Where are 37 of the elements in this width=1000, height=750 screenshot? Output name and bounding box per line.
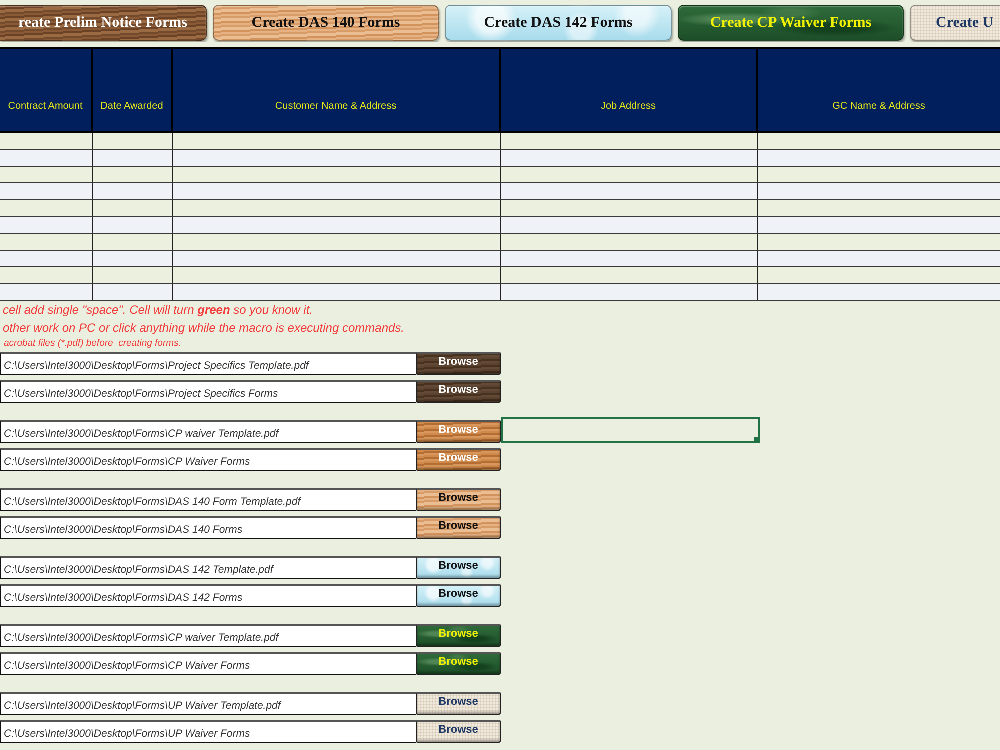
form-button[interactable]: Create DAS 140 Forms	[213, 5, 439, 41]
warning-note: other work on PC or click anything while the macro is executing commands.	[3, 320, 406, 337]
browse-button[interactable]: Browse	[416, 584, 501, 607]
path-field[interactable]: C:\Users\Intel3000\Desktop\Forms\UP Waiver Forms	[0, 720, 416, 743]
path-field[interactable]: C:\Users\Intel3000\Desktop\Forms\Project Specifics Template.pdf	[0, 352, 416, 375]
path-field[interactable]: C:\Users\Intel3000\Desktop\Forms\DAS 142 Template.pdf	[0, 556, 416, 579]
form-button[interactable]: reate Prelim Notice Forms	[0, 5, 207, 41]
fill-handle-icon[interactable]	[754, 436, 760, 443]
browse-button[interactable]: Browse	[416, 488, 501, 511]
column-header: Contract Amount	[0, 49, 93, 131]
path-field[interactable]: C:\Users\Intel3000\Desktop\Forms\UP Waiver Template.pdf	[0, 692, 416, 715]
browse-button[interactable]: Browse	[416, 624, 501, 647]
path-field[interactable]: C:\Users\Intel3000\Desktop\Forms\DAS 142 Forms	[0, 584, 416, 607]
form-button[interactable]: Create U	[910, 5, 1000, 41]
warning-note: acrobat files (*.pdf) before creating forms.	[3, 336, 182, 350]
selected-cell[interactable]	[501, 416, 760, 443]
path-field[interactable]: C:\Users\Intel3000\Desktop\Forms\CP Waiver Forms	[0, 652, 416, 675]
column-header: Date Awarded	[93, 49, 173, 131]
path-field[interactable]: C:\Users\Intel3000\Desktop\Forms\DAS 140 Form Template.pdf	[0, 488, 416, 511]
path-field[interactable]: C:\Users\Intel3000\Desktop\Forms\CP waiver Template.pdf	[0, 420, 416, 443]
browse-button[interactable]: Browse	[416, 352, 501, 375]
path-field[interactable]: C:\Users\Intel3000\Desktop\Forms\CP Waiver Forms	[0, 448, 416, 471]
path-field[interactable]: C:\Users\Intel3000\Desktop\Forms\CP waiver Template.pdf	[0, 624, 416, 647]
form-button[interactable]: Create CP Waiver Forms	[678, 5, 904, 41]
warning-note: cell add single "space". Cell will turn green so you know it.	[3, 302, 314, 319]
path-field[interactable]: C:\Users\Intel3000\Desktop\Forms\DAS 140 Forms	[0, 516, 416, 539]
browse-button[interactable]: Browse	[416, 380, 501, 403]
browse-button[interactable]: Browse	[416, 692, 501, 715]
browse-button[interactable]: Browse	[416, 556, 501, 579]
column-header: Job Address	[501, 49, 758, 131]
browse-button[interactable]: Browse	[416, 652, 501, 675]
browse-button[interactable]: Browse	[416, 720, 501, 743]
column-header: GC Name & Address	[758, 49, 1000, 131]
form-button[interactable]: Create DAS 142 Forms	[445, 5, 672, 41]
path-field[interactable]: C:\Users\Intel3000\Desktop\Forms\Project Specifics Forms	[0, 380, 416, 403]
column-header: Customer Name & Address	[173, 49, 501, 131]
browse-button[interactable]: Browse	[416, 516, 501, 539]
